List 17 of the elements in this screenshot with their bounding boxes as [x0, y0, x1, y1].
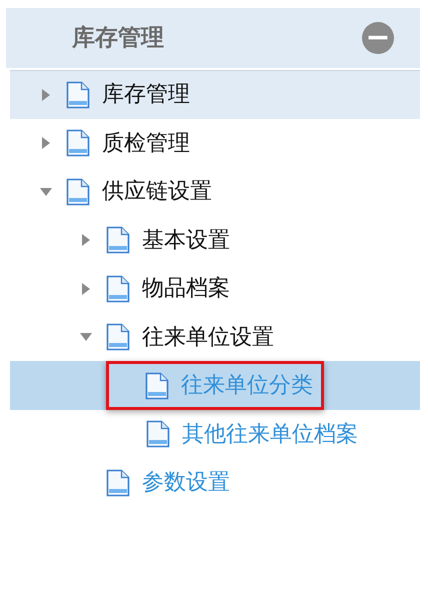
document-icon [66, 80, 90, 109]
document-icon [106, 274, 130, 303]
tree-item-label[interactable]: 基本设置 [136, 220, 236, 260]
document-icon [106, 323, 130, 352]
tree-item-label[interactable]: 往来单位设置 [136, 318, 280, 357]
tree-item-label[interactable]: 质检管理 [96, 124, 196, 163]
document-icon [106, 226, 130, 254]
tree-item-label[interactable]: 供应链设置 [96, 172, 218, 212]
document-icon [106, 468, 130, 497]
panel-title: 库存管理 [72, 24, 164, 53]
document-icon [146, 420, 170, 448]
document-icon [145, 372, 169, 400]
tree-item-label[interactable]: 库存管理 [96, 75, 196, 114]
tree-item-label[interactable]: 物品档案 [136, 269, 236, 308]
document-icon [66, 178, 90, 206]
document-icon [66, 129, 90, 158]
hovered-row-highlight[interactable]: 库存管理 [10, 70, 420, 118]
